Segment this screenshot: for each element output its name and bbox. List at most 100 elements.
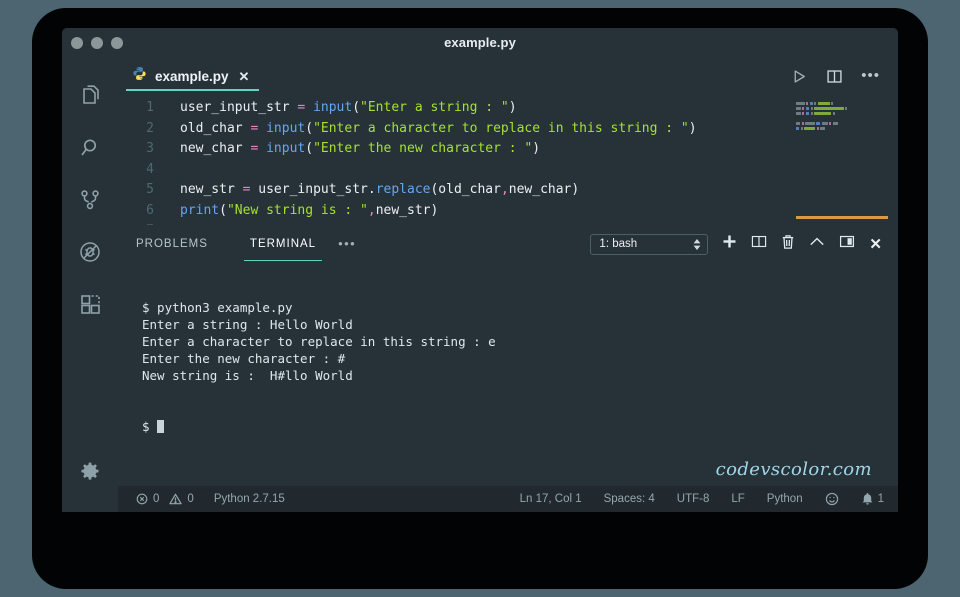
status-bar-right: Ln 17, Col 1 Spaces: 4 UTF-8 LF Python 1: [520, 492, 884, 506]
code-token: =: [297, 100, 314, 115]
code-token: (: [219, 202, 227, 218]
code-line: new_str = user_input_str.replace(old_cha…: [180, 180, 788, 201]
code-token: replace: [375, 182, 431, 197]
minimap-token: [801, 122, 804, 125]
minimap-token: [805, 122, 815, 125]
tab-close-icon[interactable]: ✕: [237, 70, 250, 83]
minimap-token: [796, 112, 801, 115]
minimap-token: [805, 107, 810, 110]
minimap-token: [796, 102, 805, 105]
smiley-icon[interactable]: [825, 492, 839, 506]
minimap-token: [809, 102, 813, 105]
more-actions-icon[interactable]: •••: [861, 68, 880, 83]
terminal-prompt-line: $: [142, 418, 898, 435]
notification-count: 1: [877, 493, 884, 505]
status-language[interactable]: Python: [767, 493, 803, 505]
code-token: =: [250, 141, 267, 156]
panel-layout-icon[interactable]: [839, 234, 855, 254]
code-token: ): [532, 141, 541, 156]
minimize-button[interactable]: [91, 37, 103, 49]
status-bar-left: 0 0 Python 2.7.15: [136, 493, 285, 505]
status-encoding[interactable]: UTF-8: [677, 493, 710, 505]
terminal-select-value: 1: bash: [599, 238, 638, 250]
minimap-token: [817, 102, 830, 105]
split-terminal-icon[interactable]: [751, 234, 767, 254]
editor-tabbar: example.py ✕ •••: [118, 58, 898, 94]
code-token: ): [688, 120, 697, 136]
code-token: (old_char: [430, 182, 501, 197]
line-number: 4: [146, 161, 154, 177]
minimap-token: [814, 102, 817, 105]
tab-terminal[interactable]: TERMINAL: [243, 232, 323, 261]
status-eol[interactable]: LF: [731, 493, 744, 505]
minimap-line: [796, 102, 892, 105]
code-token: input: [266, 120, 306, 136]
editor-tab-example-py[interactable]: example.py ✕: [118, 58, 262, 94]
terminal-select[interactable]: 1: bash: [590, 233, 709, 255]
close-button[interactable]: [71, 37, 83, 49]
minimap-token: [821, 122, 828, 125]
sidebar-item-explorer[interactable]: [62, 70, 118, 122]
status-bar: 0 0 Python 2.7.15 Ln 17, Col 1 Spaces: 4…: [118, 486, 898, 512]
minimap-token: [816, 127, 819, 130]
minimap-token: [831, 102, 834, 105]
status-cursor-position[interactable]: Ln 17, Col 1: [520, 493, 582, 505]
terminal-line: Enter the new character : #: [142, 351, 346, 366]
warning-count: 0: [187, 493, 194, 505]
close-icon[interactable]: ✕: [869, 237, 882, 252]
window-controls[interactable]: [71, 37, 123, 49]
minimap-line: [796, 107, 892, 110]
status-notifications[interactable]: 1: [861, 492, 884, 506]
code-token: new_char): [508, 182, 580, 197]
code-token: input: [313, 100, 353, 115]
minimap-token: [816, 122, 821, 125]
minimap-line: [796, 122, 892, 125]
status-errors[interactable]: 0: [136, 493, 159, 505]
status-interpreter[interactable]: Python 2.7.15: [214, 493, 285, 505]
minimap-token: [820, 127, 826, 130]
minimap-token: [845, 107, 848, 110]
chevron-up-icon[interactable]: [809, 235, 825, 253]
line-number: 3: [146, 141, 154, 156]
run-play-icon[interactable]: [791, 68, 808, 85]
sidebar-item-search[interactable]: [62, 122, 118, 174]
minimap[interactable]: [788, 94, 898, 225]
code-content[interactable]: user_input_str = input("Enter a string :…: [166, 98, 788, 225]
line-number-gutter: 12345678910: [118, 98, 166, 225]
sidebar-item-run-and-debug[interactable]: [62, 226, 118, 278]
trash-icon[interactable]: [781, 234, 795, 255]
status-warnings[interactable]: 0: [169, 493, 194, 505]
minimap-line: [796, 127, 892, 130]
split-editor-icon[interactable]: [826, 68, 843, 85]
minimap-token: [802, 112, 805, 115]
editor-tab-label: example.py: [155, 68, 229, 84]
code-token: ,: [367, 202, 376, 218]
add-terminal-icon[interactable]: [722, 234, 737, 254]
status-indentation[interactable]: Spaces: 4: [604, 493, 655, 505]
terminal-lines: $ python3 example.py Enter a string : Hel…: [142, 299, 898, 384]
sidebar-item-extensions[interactable]: [62, 278, 118, 330]
code-token: new_char: [180, 141, 251, 156]
line-number: 6: [146, 202, 154, 218]
minimap-scroll-marker[interactable]: [796, 216, 888, 219]
zoom-button[interactable]: [111, 37, 123, 49]
code-line: new_char = input("Enter the new characte…: [180, 139, 788, 160]
minimap-token: [832, 112, 835, 115]
tab-problems[interactable]: PROBLEMS: [130, 232, 214, 256]
minimap-token: [810, 112, 813, 115]
code-token: new_str: [180, 182, 243, 197]
terminal-output[interactable]: $ python3 example.py Enter a string : Hel…: [118, 263, 898, 486]
error-circle-icon: [136, 493, 148, 505]
debug-icon: [77, 239, 103, 265]
panel-more-icon[interactable]: •••: [338, 237, 356, 250]
stepper-icon[interactable]: [693, 238, 701, 250]
code-token: =: [242, 182, 259, 197]
code-token: =: [250, 120, 267, 136]
code-editor[interactable]: 12345678910 user_input_str = input("Ente…: [118, 94, 898, 225]
minimap-token: [806, 102, 809, 105]
sidebar-item-settings[interactable]: [62, 446, 118, 498]
code-pane[interactable]: 12345678910 user_input_str = input("Ente…: [118, 94, 788, 225]
minimap-token: [810, 107, 813, 110]
sidebar-item-source-control[interactable]: [62, 174, 118, 226]
line-number: 5: [146, 182, 154, 197]
